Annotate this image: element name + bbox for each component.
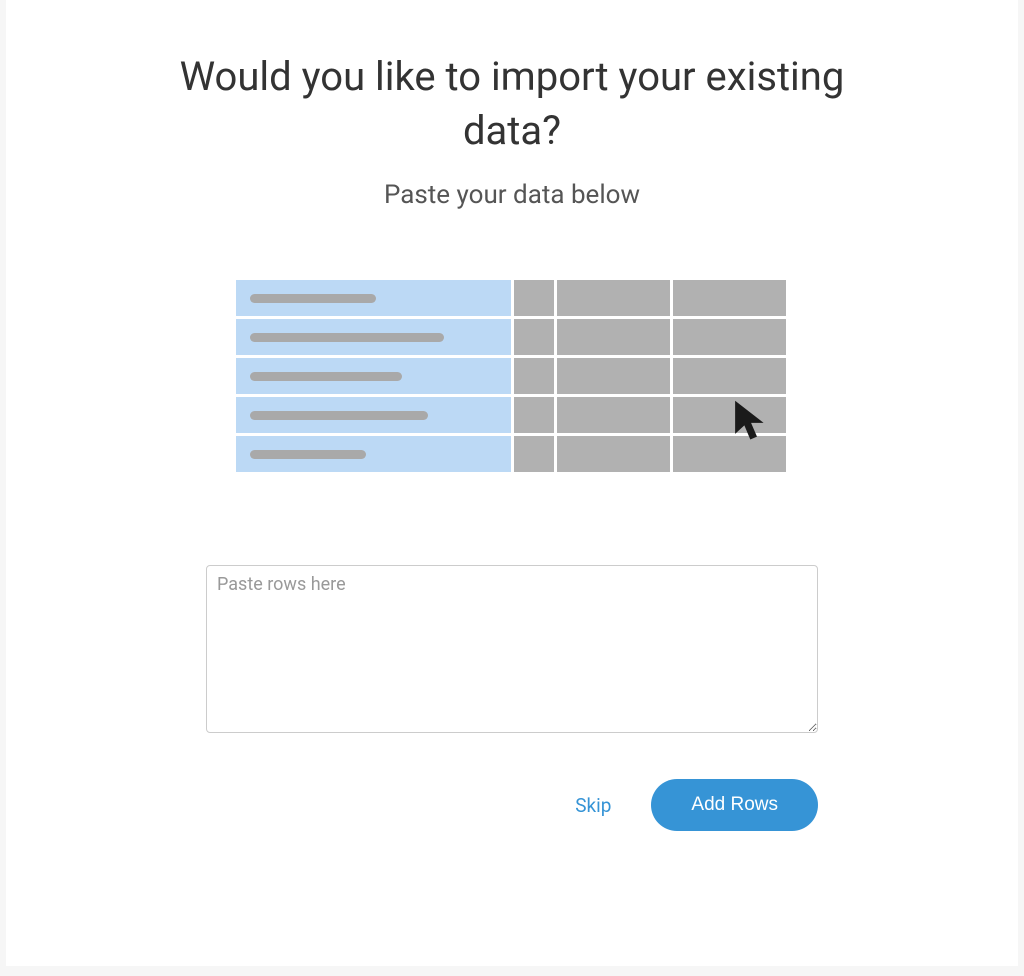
illus-cell [514, 280, 554, 316]
illus-cell [557, 397, 670, 433]
illus-label-cell [236, 319, 511, 355]
illus-row [236, 397, 788, 433]
illus-label-cell [236, 280, 511, 316]
import-data-modal: Would you like to import your existing d… [6, 0, 1018, 966]
illus-cell [673, 358, 786, 394]
illus-cell [557, 358, 670, 394]
illus-cell [514, 319, 554, 355]
illus-cell [557, 280, 670, 316]
illus-cell [673, 397, 786, 433]
add-rows-button[interactable]: Add Rows [651, 779, 818, 831]
illus-cell [514, 397, 554, 433]
illus-label-cell [236, 397, 511, 433]
illus-label-cell [236, 436, 511, 472]
illus-row [236, 358, 788, 394]
paste-rows-textarea[interactable] [206, 565, 818, 733]
spreadsheet-illustration [236, 280, 788, 475]
illus-row [236, 436, 788, 472]
illus-row [236, 319, 788, 355]
illus-cell [673, 436, 786, 472]
illus-cell [514, 436, 554, 472]
illus-row [236, 280, 788, 316]
illus-cell [673, 280, 786, 316]
illus-cell [557, 319, 670, 355]
skip-button[interactable]: Skip [575, 794, 611, 817]
illus-cell [673, 319, 786, 355]
illus-label-cell [236, 358, 511, 394]
modal-title: Would you like to import your existing d… [162, 50, 862, 158]
illus-cell [514, 358, 554, 394]
action-row: Skip Add Rows [206, 779, 818, 831]
illus-cell [557, 436, 670, 472]
modal-subtitle: Paste your data below [384, 180, 640, 210]
